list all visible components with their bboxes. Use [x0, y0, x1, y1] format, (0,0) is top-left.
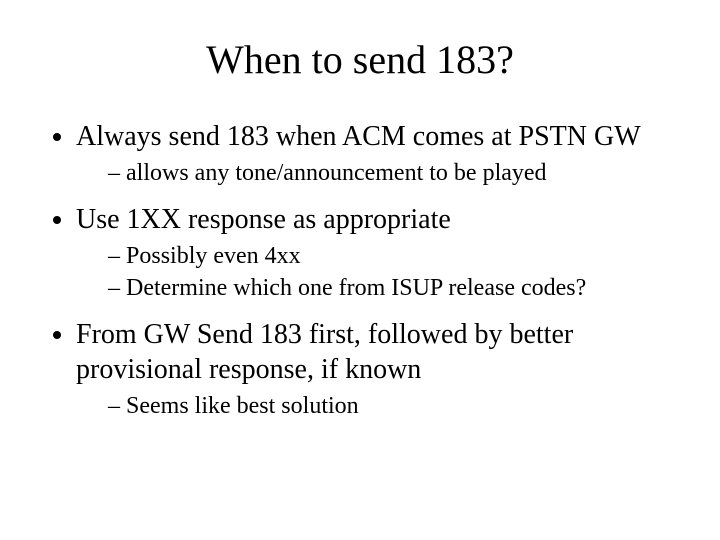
sub-bullet-text: allows any tone/announcement to be playe… — [126, 160, 547, 186]
list-item: Always send 183 when ACM comes at PSTN G… — [76, 119, 672, 188]
bullet-text: Always send 183 when ACM comes at PSTN G… — [76, 121, 641, 152]
sub-list: allows any tone/announcement to be playe… — [108, 158, 672, 188]
sub-bullet-text: Seems like best solution — [126, 393, 359, 419]
bullet-list: Always send 183 when ACM comes at PSTN G… — [76, 119, 672, 421]
list-item: Determine which one from ISUP release co… — [108, 273, 672, 303]
sub-list: Possibly even 4xx Determine which one fr… — [108, 241, 672, 303]
bullet-text: Use 1XX response as appropriate — [76, 204, 451, 235]
list-item: allows any tone/announcement to be playe… — [108, 158, 672, 188]
bullet-text: From GW Send 183 first, followed by bett… — [76, 319, 573, 385]
slide-title: When to send 183? — [48, 36, 672, 83]
list-item: Seems like best solution — [108, 391, 672, 421]
list-item: Possibly even 4xx — [108, 241, 672, 271]
list-item: Use 1XX response as appropriate Possibly… — [76, 202, 672, 303]
sub-list: Seems like best solution — [108, 391, 672, 421]
list-item: From GW Send 183 first, followed by bett… — [76, 317, 672, 421]
sub-bullet-text: Possibly even 4xx — [126, 243, 301, 269]
sub-bullet-text: Determine which one from ISUP release co… — [126, 275, 586, 301]
slide: When to send 183? Always send 183 when A… — [0, 0, 720, 540]
